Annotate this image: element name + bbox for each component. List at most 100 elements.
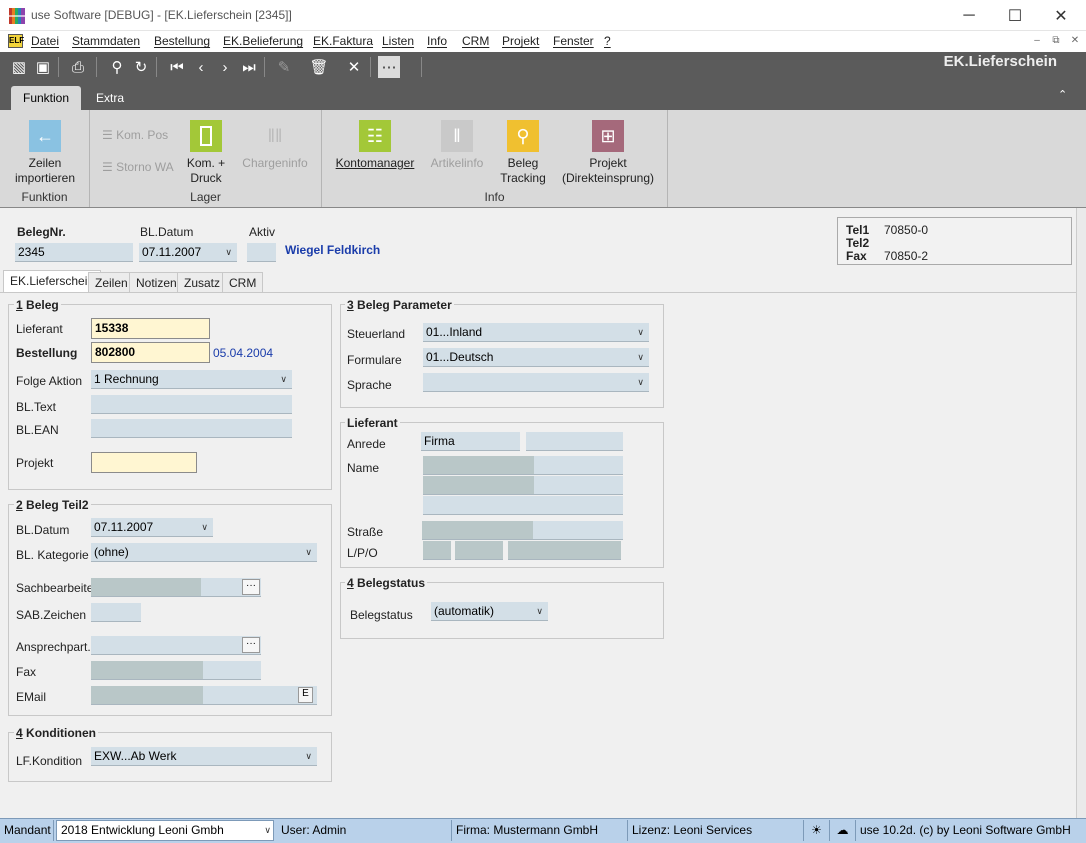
menu-fenster[interactable]: Fenster <box>553 34 594 48</box>
kontomanager-button[interactable]: ☷ Kontomanager <box>332 120 418 171</box>
collapse-ribbon-icon[interactable]: ⌃ <box>1058 88 1067 101</box>
ribbon-group-lager: ☰ Kom. Pos ☰ Storno WA Kom. + Druck ‖‖ C… <box>90 110 322 207</box>
refresh-icon[interactable]: ↻ <box>130 56 152 78</box>
teil2-fax-input[interactable] <box>91 661 261 680</box>
menu-help[interactable]: ? <box>604 34 611 48</box>
mdi-close-button[interactable]: ✕ <box>1067 33 1083 49</box>
print-icon[interactable]: ⎙ <box>67 56 89 78</box>
beleg-nr-label: BelegNr. <box>17 225 66 239</box>
maximize-button[interactable]: ☐ <box>992 0 1038 31</box>
ansprechpartner-input[interactable] <box>91 636 261 655</box>
ansprechpartner-label: Ansprechpart. <box>16 640 91 654</box>
lieferant-input[interactable]: 15338 <box>91 318 210 339</box>
kom-druck-button[interactable]: Kom. + Druck <box>176 120 236 186</box>
menu-ek-faktura[interactable]: EK.Faktura <box>313 34 373 48</box>
bl-datum-dropdown[interactable]: 07.11.2007 ∨ <box>139 243 237 262</box>
teil2-datum-dropdown[interactable]: 07.11.2007 ∨ <box>91 518 213 537</box>
ribbon-tab-funktion[interactable]: Funktion <box>11 86 82 110</box>
more-icon[interactable]: ⋯ <box>378 56 400 78</box>
cancel-icon[interactable]: ✕ <box>343 56 365 78</box>
email-input[interactable] <box>91 686 317 705</box>
anrede-extra-input[interactable] <box>526 432 623 451</box>
tab-notizen[interactable]: Notizen <box>129 272 184 292</box>
projekt-direkteinsprung-button[interactable]: ⊞ Projekt (Direkteinsprung) <box>558 120 658 186</box>
plz-input[interactable] <box>455 541 503 560</box>
chargeninfo-button[interactable]: ‖‖ Chargeninfo <box>238 120 312 171</box>
kom-druck-label: Kom. + Druck <box>186 156 226 185</box>
storno-wa-button[interactable]: ☰ Storno WA <box>102 160 174 174</box>
kategorie-label: BL. Kategorie <box>16 548 89 562</box>
sun-icon[interactable]: ☀ <box>804 820 830 841</box>
mdi-minimize-button[interactable]: – <box>1029 33 1045 49</box>
menu-listen[interactable]: Listen <box>382 34 414 48</box>
bestellung-input[interactable]: 802800 <box>91 342 210 363</box>
chevron-down-icon: ∨ <box>305 546 312 557</box>
beleg-nr-input[interactable]: 2345 <box>15 243 133 262</box>
folge-aktion-dropdown[interactable]: 1 Rechnung ∨ <box>91 370 292 389</box>
toolbar: ▧ ▣ ⎙ ⚲ ↻ ⏮ ‹ › ⏭ ✎ 🗑 ✕ ⋯ <box>0 52 1086 82</box>
anrede-input[interactable]: Firma <box>421 432 520 451</box>
network-icon[interactable]: ☁ <box>830 820 856 841</box>
name-input-3[interactable] <box>423 496 623 515</box>
menu-bestellung[interactable]: Bestellung <box>154 34 210 48</box>
save-icon[interactable]: ▣ <box>32 56 54 78</box>
tab-ek-lieferschein[interactable]: EK.Lieferschein <box>3 270 102 292</box>
formulare-dropdown[interactable]: 01...Deutsch ∨ <box>423 348 649 367</box>
mdi-restore-button[interactable]: ⧉ <box>1048 33 1064 49</box>
bl-ean-label: BL.EAN <box>16 423 59 437</box>
projekt-input[interactable] <box>91 452 197 473</box>
strasse-input[interactable] <box>422 521 623 540</box>
chargeninfo-label: Chargeninfo <box>242 156 308 170</box>
steuerland-dropdown[interactable]: 01...Inland ∨ <box>423 323 649 342</box>
bl-ean-input[interactable] <box>91 419 292 438</box>
minimize-button[interactable]: ─ <box>946 0 992 31</box>
artikelinfo-button[interactable]: ‖ Artikelinfo <box>424 120 490 171</box>
delete-icon[interactable]: 🗑 <box>308 56 330 78</box>
edit-icon[interactable]: ✎ <box>273 56 295 78</box>
vertical-scrollbar[interactable] <box>1076 208 1086 818</box>
close-window-button[interactable]: ✕ <box>1038 0 1084 31</box>
lf-kondition-dropdown[interactable]: EXW...Ab Werk ∨ <box>91 747 317 766</box>
first-record-icon[interactable]: ⏮ <box>166 56 188 78</box>
mandant-dropdown[interactable]: 2018 Entwicklung Leoni Gmbh ∨ <box>56 820 274 841</box>
belegstatus-dropdown[interactable]: (automatik) ∨ <box>431 602 548 621</box>
menu-datei[interactable]: Datei <box>31 34 59 48</box>
bl-text-input[interactable] <box>91 395 292 414</box>
sprache-dropdown[interactable]: ∨ <box>423 373 649 392</box>
land-input[interactable] <box>423 541 451 560</box>
name-input-1[interactable] <box>423 456 623 475</box>
ribbon-tab-extra[interactable]: Extra <box>84 86 136 110</box>
sab-zeichen-input[interactable] <box>91 603 141 622</box>
teil2-datum-label: BL.Datum <box>16 523 70 537</box>
next-record-icon[interactable]: › <box>214 56 236 78</box>
window-title: use Software [DEBUG] - [EK.Lieferschein … <box>31 8 292 22</box>
sprache-label: Sprache <box>347 378 392 392</box>
previous-record-icon[interactable]: ‹ <box>190 56 212 78</box>
kom-pos-button[interactable]: ☰ Kom. Pos <box>102 128 168 142</box>
menu-crm[interactable]: CRM <box>462 34 489 48</box>
menu-ek-belieferung[interactable]: EK.Belieferung <box>223 34 303 48</box>
sachbearbeiter-more-button[interactable]: ··· <box>242 579 260 595</box>
tab-zeilen[interactable]: Zeilen <box>88 272 135 292</box>
zeilen-importieren-button[interactable]: ← Zeilen importieren <box>5 120 85 186</box>
menu-projekt[interactable]: Projekt <box>502 34 539 48</box>
ansprechpartner-more-button[interactable]: ··· <box>242 637 260 653</box>
menu-info[interactable]: Info <box>427 34 447 48</box>
email-button[interactable]: E <box>298 687 313 703</box>
projekt-label: Projekt <box>16 456 54 470</box>
elf-badge-icon: ELF <box>8 34 24 48</box>
new-icon[interactable]: ▧ <box>8 56 30 78</box>
search-icon[interactable]: ⚲ <box>106 56 128 78</box>
chevron-down-icon: ∨ <box>225 246 232 257</box>
menu-stammdaten[interactable]: Stammdaten <box>72 34 140 48</box>
last-record-icon[interactable]: ⏭ <box>238 56 260 78</box>
sachbearbeiter-input[interactable] <box>91 578 261 597</box>
tab-zusatz[interactable]: Zusatz <box>177 272 228 292</box>
kategorie-dropdown[interactable]: (ohne) ∨ <box>91 543 317 562</box>
ort-input[interactable] <box>508 541 621 560</box>
beleg-tracking-button[interactable]: ⚲ Beleg Tracking <box>494 120 552 186</box>
name-input-2[interactable] <box>423 476 623 495</box>
tab-crm[interactable]: CRM <box>222 272 264 292</box>
aktiv-input[interactable] <box>247 243 276 262</box>
teil2-fax-label: Fax <box>16 665 37 679</box>
